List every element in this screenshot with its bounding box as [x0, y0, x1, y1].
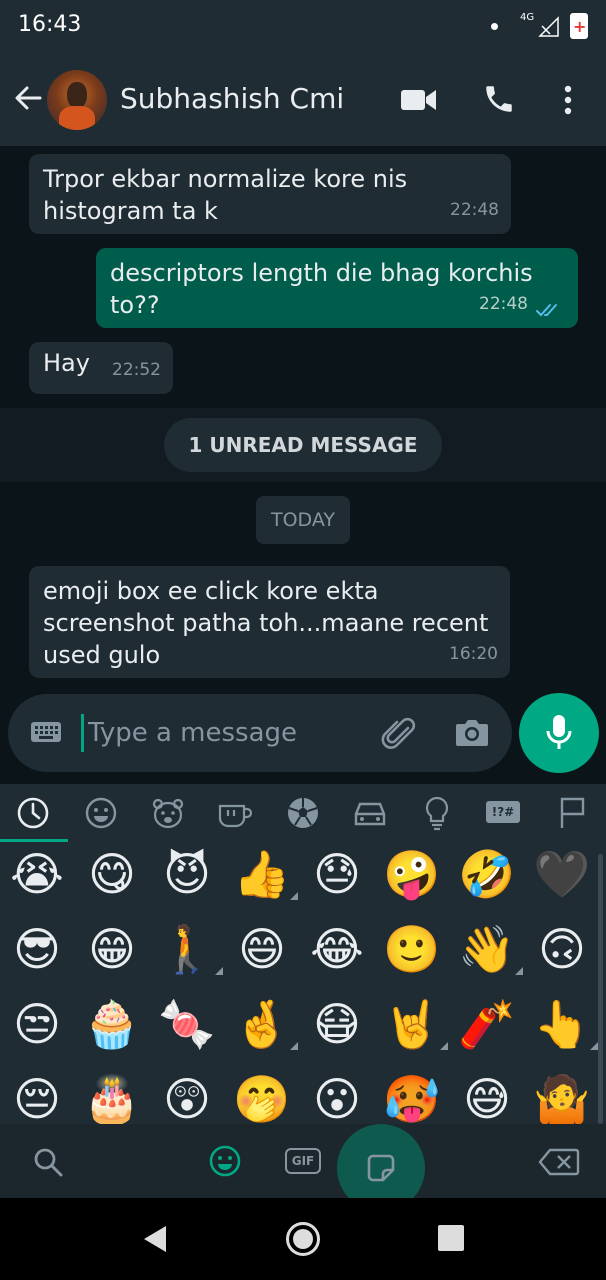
more-options-icon[interactable]	[562, 84, 574, 116]
message-incoming[interactable]: Hay 22:52	[29, 342, 173, 394]
animal-icon[interactable]	[149, 794, 187, 832]
backspace-icon[interactable]	[538, 1148, 580, 1176]
emoji-sweat-smile[interactable]: 😅	[457, 1069, 517, 1124]
battery-icon	[570, 13, 588, 39]
emoji-waving-hand[interactable]: 👋	[457, 919, 523, 979]
emoji-person-walking[interactable]: 🚶	[157, 919, 223, 979]
gif-tab-icon[interactable]: GIF	[285, 1148, 321, 1174]
back-arrow-icon[interactable]	[12, 82, 44, 114]
unread-messages-banner: 1 UNREAD MESSAGE	[164, 418, 442, 472]
emoji-joy[interactable]: 😂	[307, 919, 367, 979]
notification-dot	[491, 23, 498, 30]
emoji-yum[interactable]: 😋	[82, 844, 142, 904]
emoji-category-tabs: !?#	[0, 784, 606, 842]
emoji-candy[interactable]: 🍬	[157, 994, 217, 1054]
message-text: Hay	[43, 349, 90, 377]
voice-call-icon[interactable]	[482, 82, 516, 116]
emoji-panel-toolbar: GIF	[0, 1124, 606, 1212]
emoji-slight-smile[interactable]: 🙂	[382, 919, 442, 979]
message-time: 22:48	[450, 200, 499, 220]
emoji-tab-icon[interactable]	[208, 1144, 242, 1178]
emoji-black-heart[interactable]: 🖤	[532, 844, 592, 904]
contact-avatar[interactable]	[47, 70, 107, 130]
emoji-thumbs-up[interactable]: 👍	[232, 844, 298, 904]
text-cursor	[81, 714, 84, 752]
smiley-icon[interactable]	[82, 794, 120, 832]
emoji-hot-face[interactable]: 🥵	[382, 1069, 442, 1124]
date-divider: TODAY	[256, 496, 350, 544]
emoji-hand-over-mouth[interactable]: 🤭	[232, 1069, 292, 1124]
nav-recents-icon[interactable]	[438, 1225, 464, 1251]
emoji-open-mouth[interactable]: 😮	[307, 1069, 367, 1124]
emoji-unamused[interactable]: 😒	[7, 994, 67, 1054]
nav-home-icon[interactable]	[286, 1222, 320, 1256]
network-type: 4G	[520, 12, 535, 23]
sticker-icon	[367, 1154, 395, 1182]
flag-icon[interactable]	[553, 794, 591, 832]
emoji-downcast-sweat[interactable]: 😓	[307, 844, 367, 904]
food-icon[interactable]	[216, 794, 254, 832]
camera-icon[interactable]	[454, 716, 490, 748]
video-call-icon[interactable]	[400, 88, 438, 112]
emoji-loudly-crying[interactable]: 😭	[7, 844, 67, 904]
voice-message-button[interactable]	[519, 693, 599, 773]
message-incoming[interactable]: emoji box ee click kore ekta screenshot …	[29, 566, 510, 678]
message-incoming[interactable]: Trpor ekbar normalize kore nis histogram…	[29, 154, 511, 234]
emoji-scrollbar[interactable]	[598, 854, 603, 1124]
lightbulb-icon[interactable]	[418, 794, 456, 832]
message-composer[interactable]	[8, 694, 512, 772]
status-time: 16:43	[18, 12, 82, 37]
message-time: 22:52	[112, 360, 161, 380]
emoji-mask[interactable]: 😷	[307, 994, 367, 1054]
emoji-birthday-cake[interactable]: 🎂	[82, 1069, 142, 1124]
emoji-person-shrugging[interactable]: 🤷	[532, 1069, 592, 1124]
system-nav-bar	[0, 1198, 606, 1280]
symbols-icon[interactable]: !?#	[486, 801, 520, 823]
emoji-smiling-imp[interactable]: 😈	[157, 844, 217, 904]
message-text: Trpor ekbar normalize kore nis histogram…	[43, 165, 408, 225]
emoji-astonished[interactable]: 😲	[157, 1069, 217, 1124]
emoji-firecracker[interactable]: 🧨	[457, 994, 517, 1054]
attach-icon[interactable]	[380, 714, 420, 754]
keyboard-icon[interactable]	[30, 720, 62, 744]
emoji-sunglasses[interactable]: 😎	[7, 919, 67, 979]
search-icon[interactable]	[32, 1146, 64, 1178]
message-outgoing[interactable]: descriptors length die bhag korchis to??…	[96, 248, 578, 328]
mic-icon	[546, 715, 572, 749]
nav-back-icon[interactable]	[142, 1224, 168, 1254]
soccer-ball-icon[interactable]	[284, 794, 322, 832]
read-receipt-icon	[536, 304, 557, 317]
emoji-pointing-up[interactable]: 👆	[532, 994, 598, 1054]
recent-icon[interactable]	[14, 794, 52, 832]
emoji-horns-sign[interactable]: 🤘	[382, 994, 448, 1054]
message-time: 22:48	[479, 294, 528, 314]
emoji-cupcake[interactable]: 🧁	[82, 994, 142, 1054]
chat-header: Subhashish Cmi	[0, 52, 606, 146]
emoji-rolling-laughing[interactable]: 🤣	[457, 844, 517, 904]
message-time: 16:20	[449, 644, 498, 664]
contact-name[interactable]: Subhashish Cmi	[120, 82, 344, 115]
emoji-crossed-fingers[interactable]: 🤞	[232, 994, 298, 1054]
emoji-upside-down[interactable]: 🙃	[532, 919, 592, 979]
emoji-grin[interactable]: 😁	[82, 919, 142, 979]
car-icon[interactable]	[351, 794, 389, 832]
recent-emoji-grid: 😭 😋 😈 👍 😓 🤪 🤣 🖤 😎 😁 🚶 😄 😂 🙂 👋 🙃 😒 🧁 🍬 🤞 …	[0, 842, 600, 1124]
emoji-smile[interactable]: 😄	[232, 919, 292, 979]
emoji-zany-face[interactable]: 🤪	[382, 844, 442, 904]
chat-area[interactable]: Trpor ekbar normalize kore nis histogram…	[0, 146, 606, 784]
emoji-panel: !?# 😭 😋 😈 👍 😓 🤪 🤣 🖤 😎 😁 🚶 😄 😂 🙂 👋 🙃 😒 🧁 …	[0, 784, 606, 1212]
emoji-pensive[interactable]: 😔	[7, 1069, 67, 1124]
message-input[interactable]	[88, 708, 368, 758]
message-text: emoji box ee click kore ekta screenshot …	[43, 577, 489, 669]
status-bar: 16:43 4G	[0, 0, 606, 52]
